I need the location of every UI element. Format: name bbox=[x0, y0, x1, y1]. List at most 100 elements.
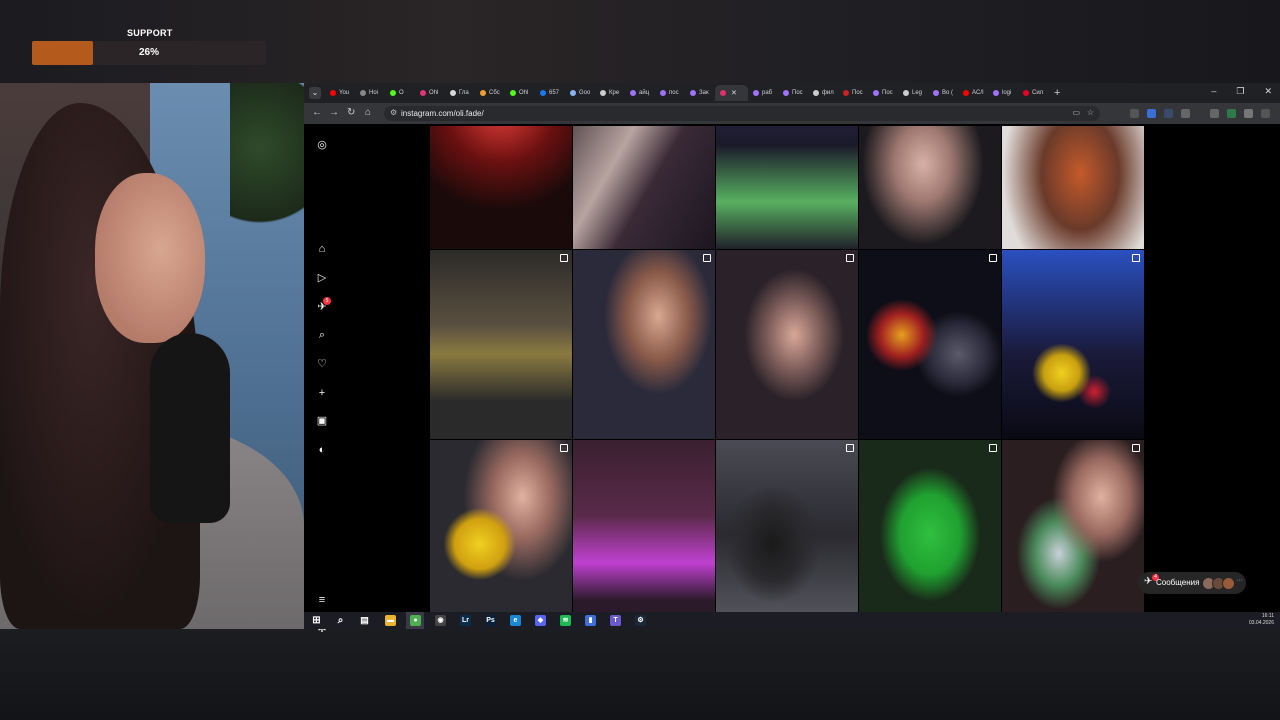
instagram-logo-icon[interactable]: ◎ bbox=[316, 139, 328, 151]
browser-tab[interactable]: Во ( bbox=[928, 85, 958, 101]
edge-icon[interactable]: e bbox=[510, 615, 521, 626]
notifications-icon[interactable]: ♡ bbox=[316, 358, 328, 370]
browser-tab[interactable]: Пос bbox=[868, 85, 898, 101]
typora-icon[interactable]: T bbox=[610, 615, 621, 626]
browser-tab[interactable]: Пос bbox=[838, 85, 868, 101]
site-info-icon[interactable]: ⚙ bbox=[390, 108, 397, 117]
tab-search-button[interactable]: ⌄ bbox=[309, 87, 321, 99]
post-tile[interactable] bbox=[716, 440, 858, 612]
more-menu-icon[interactable]: ≡ bbox=[316, 594, 328, 606]
browser-tab[interactable]: пос bbox=[655, 85, 685, 101]
back-icon[interactable]: ← bbox=[312, 107, 322, 118]
browser-tab[interactable]: Пос bbox=[778, 85, 808, 101]
reload-icon[interactable]: ↻ bbox=[347, 107, 355, 118]
browser-tab[interactable]: фил bbox=[808, 85, 838, 101]
browser-tab[interactable]: Hoi bbox=[355, 85, 385, 101]
pinterest-icon bbox=[1023, 90, 1029, 96]
clock-time: 16:11 bbox=[1261, 613, 1274, 619]
profile-avatar-icon[interactable]: ◐ bbox=[316, 444, 328, 456]
browser-tab[interactable]: О bbox=[385, 85, 415, 101]
tab-label: You bbox=[339, 90, 350, 96]
post-tile[interactable] bbox=[716, 126, 858, 249]
browser-tab[interactable]: AC/I bbox=[958, 85, 988, 101]
task-view-icon[interactable]: ▤ bbox=[359, 615, 370, 626]
photoshop-icon[interactable]: Ps bbox=[485, 615, 496, 626]
extension-icon[interactable] bbox=[1147, 109, 1156, 118]
cast-icon[interactable]: ▭ bbox=[1072, 108, 1080, 117]
tab-label: Сбс bbox=[489, 90, 500, 96]
extension-icon[interactable] bbox=[1164, 109, 1173, 118]
post-tile[interactable] bbox=[1002, 126, 1144, 249]
browser-tab[interactable]: Goo bbox=[565, 85, 595, 101]
youtube-icon bbox=[330, 90, 336, 96]
carousel-icon bbox=[560, 254, 568, 262]
restore-icon[interactable]: ❐ bbox=[1236, 86, 1244, 97]
forward-icon[interactable]: → bbox=[329, 107, 339, 118]
reels-icon[interactable]: ▷ bbox=[316, 272, 328, 284]
carousel-icon bbox=[846, 444, 854, 452]
file-explorer-icon[interactable]: ▬ bbox=[385, 615, 396, 626]
address-bar[interactable]: ⚙ instagram.com/oli.fade/ ▭ ☆ bbox=[384, 106, 1100, 121]
browser-menu-icon[interactable] bbox=[1261, 109, 1270, 118]
close-window-icon[interactable]: ✕ bbox=[1264, 86, 1272, 97]
bookmark-star-icon[interactable]: ☆ bbox=[1087, 108, 1094, 117]
profile-icon[interactable] bbox=[1244, 109, 1253, 118]
spotify-icon[interactable]: ≋ bbox=[560, 615, 571, 626]
tab-label: Leg bbox=[912, 90, 923, 96]
post-tile[interactable] bbox=[859, 126, 1001, 249]
browser-tab[interactable]: 657 bbox=[535, 85, 565, 101]
create-icon[interactable]: + bbox=[316, 387, 328, 399]
search-icon[interactable]: ⌕ bbox=[316, 329, 328, 341]
new-tab-icon[interactable]: + bbox=[1054, 87, 1060, 99]
window-controls: – ❐ ✕ bbox=[1211, 86, 1272, 97]
post-image bbox=[573, 440, 715, 612]
messages-button[interactable]: ✈ 4 Сообщения ··· bbox=[1138, 572, 1246, 594]
obs-icon[interactable]: ◉ bbox=[435, 615, 446, 626]
browser-tab[interactable]: Глa bbox=[445, 85, 475, 101]
download-icon[interactable] bbox=[1210, 109, 1219, 118]
steam-icon[interactable]: ⚙ bbox=[635, 615, 646, 626]
extension-icon[interactable] bbox=[1227, 109, 1236, 118]
discord-icon[interactable]: ◆ bbox=[535, 615, 546, 626]
tab-close-icon[interactable]: ✕ bbox=[731, 89, 737, 97]
stats-icon[interactable]: ▮ bbox=[585, 615, 596, 626]
post-tile[interactable] bbox=[859, 440, 1001, 612]
chrome-icon[interactable]: ● bbox=[410, 615, 421, 626]
browser-tab[interactable]: ✕ bbox=[715, 85, 748, 101]
dashboard-icon[interactable]: ▣ bbox=[316, 415, 328, 427]
post-tile[interactable] bbox=[430, 440, 572, 612]
browser-tab[interactable]: Ohl bbox=[415, 85, 445, 101]
search-icon[interactable]: ⌕ bbox=[335, 615, 346, 626]
browser-tab[interactable]: айц bbox=[625, 85, 655, 101]
post-tile[interactable] bbox=[573, 250, 715, 439]
browser-tab[interactable]: You bbox=[325, 85, 355, 101]
post-tile[interactable] bbox=[859, 250, 1001, 439]
system-clock[interactable]: 16:11 03.04.2026 bbox=[1249, 613, 1274, 627]
browser-tab[interactable]: Сил bbox=[1018, 85, 1048, 101]
carousel-icon bbox=[989, 444, 997, 452]
browser-tab[interactable]: Leg bbox=[898, 85, 928, 101]
start-icon[interactable]: ⊞ bbox=[311, 615, 322, 626]
home-icon[interactable]: ⌂ bbox=[316, 243, 328, 255]
browser-tab[interactable]: Ohl bbox=[505, 85, 535, 101]
extension-icon[interactable] bbox=[1130, 109, 1139, 118]
browser-tab[interactable]: раб bbox=[748, 85, 778, 101]
tab-label: Зак bbox=[699, 90, 709, 96]
minimize-icon[interactable]: – bbox=[1211, 86, 1216, 97]
extensions-puzzle-icon[interactable] bbox=[1181, 109, 1190, 118]
home-button-icon[interactable]: ⌂ bbox=[365, 107, 371, 118]
post-tile[interactable] bbox=[430, 250, 572, 439]
browser-tab[interactable]: Кре bbox=[595, 85, 625, 101]
post-tile[interactable] bbox=[1002, 440, 1144, 612]
post-tile[interactable] bbox=[573, 440, 715, 612]
browser-tab[interactable]: Сбс bbox=[475, 85, 505, 101]
post-tile[interactable] bbox=[430, 126, 572, 249]
browser-tab[interactable]: logi bbox=[988, 85, 1018, 101]
post-tile[interactable] bbox=[1002, 250, 1144, 439]
post-tile[interactable] bbox=[716, 250, 858, 439]
support-label: SUPPORT bbox=[127, 28, 173, 38]
lightroom-icon[interactable]: Lr bbox=[460, 615, 471, 626]
chrome-icon bbox=[600, 90, 606, 96]
post-tile[interactable] bbox=[573, 126, 715, 249]
browser-tab[interactable]: Зак bbox=[685, 85, 715, 101]
